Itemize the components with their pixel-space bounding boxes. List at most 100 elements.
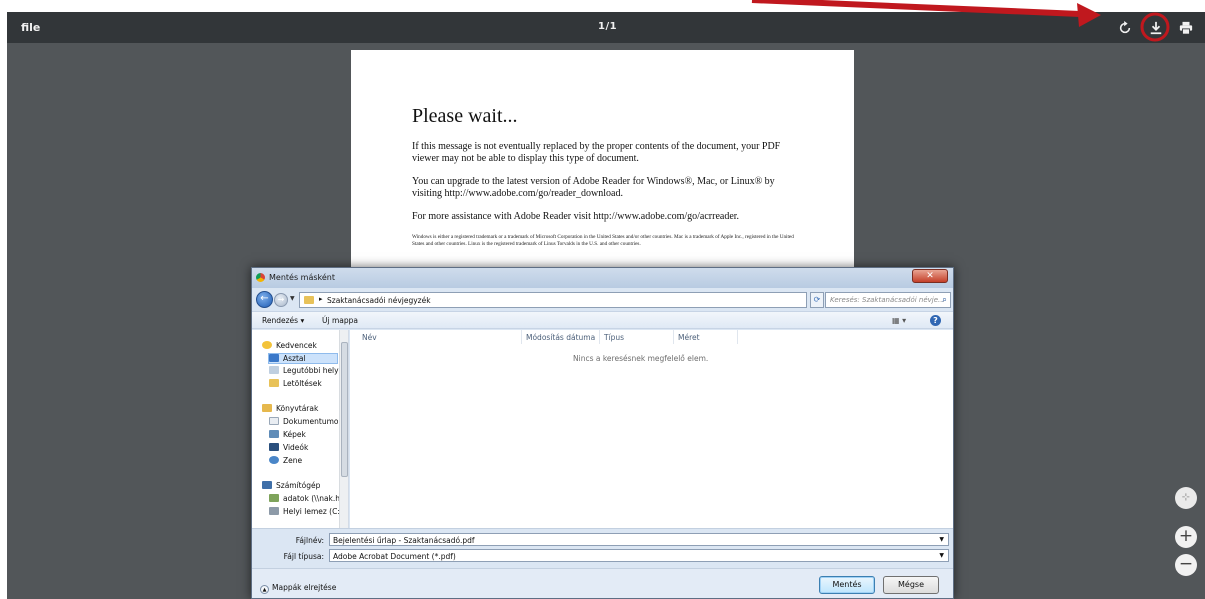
folder-icon — [304, 296, 314, 304]
filetype-select[interactable]: Adobe Acrobat Document (*.pdf) ▼ — [329, 549, 949, 562]
file-fields: Fájlnév: Bejelentési űrlap - Szaktanácsa… — [252, 528, 953, 568]
zoom-in-button[interactable]: + — [1175, 526, 1197, 548]
filename-dropdown-icon[interactable]: ▼ — [939, 536, 944, 543]
filename-label: Fájlnév: — [295, 536, 324, 545]
collapse-icon: ▲ — [260, 585, 269, 594]
save-button[interactable]: Mentés — [819, 576, 875, 594]
recent-locations-dropdown[interactable]: ▼ — [290, 295, 295, 302]
column-name[interactable]: Név — [362, 333, 377, 342]
column-separator[interactable] — [521, 330, 522, 344]
nav-local-disk[interactable]: Helyi lemez (C:) — [269, 507, 343, 518]
column-size[interactable]: Méret — [678, 333, 700, 342]
rotate-button[interactable] — [1116, 19, 1134, 37]
page-paragraph-2: You can upgrade to the latest version of… — [412, 176, 775, 199]
page-indicator: 1/1 — [598, 21, 618, 32]
downloads-icon — [269, 379, 279, 387]
new-folder-button[interactable]: Új mappa — [322, 316, 358, 325]
search-placeholder: Keresés: Szaktanácsadói névje... — [830, 296, 945, 304]
help-icon[interactable]: ? — [930, 315, 941, 326]
breadcrumb-separator-icon[interactable]: ▸ — [319, 295, 323, 303]
view-options-icon[interactable]: ▦ ▾ — [892, 316, 906, 325]
nav-favorites-label: Kedvencek — [276, 341, 317, 350]
desktop-icon — [269, 354, 279, 362]
music-icon — [269, 456, 279, 464]
print-button[interactable] — [1177, 19, 1195, 37]
hide-folders-button[interactable]: ▲ Mappák elrejtése — [260, 583, 336, 594]
nav-videos-label: Videók — [283, 443, 309, 452]
dialog-footer: ▲ Mappák elrejtése Mentés Mégse — [252, 568, 953, 598]
zoom-out-button[interactable]: − — [1175, 554, 1197, 576]
viewer-toolbar: file 1/1 — [7, 12, 1205, 43]
forward-arrow-icon: → — [277, 295, 285, 304]
dialog-title: Mentés másként — [269, 273, 336, 282]
empty-results-message: Nincs a keresésnek megfelelő elem. — [573, 354, 709, 363]
address-bar[interactable]: ▸ Szaktanácsadói névjegyzék ▼ — [299, 292, 845, 308]
save-as-dialog: Mentés másként ✕ ← → ▼ ▸ Szaktanácsadói … — [251, 267, 954, 599]
page-fine-print: Windows is either a registered trademark… — [412, 234, 794, 247]
nav-network-drive[interactable]: adatok (\\nak.h — [269, 494, 340, 505]
nav-computer-label: Számítógép — [276, 481, 321, 490]
close-icon: ✕ — [926, 271, 934, 281]
star-icon — [262, 341, 272, 349]
cancel-button[interactable]: Mégse — [883, 576, 939, 594]
fit-page-button[interactable]: ⊹ — [1175, 487, 1197, 509]
nav-local-disk-label: Helyi lemez (C:) — [283, 507, 343, 516]
nav-downloads-label: Letöltések — [283, 379, 322, 388]
column-separator[interactable] — [737, 330, 738, 344]
filetype-dropdown-icon[interactable]: ▼ — [939, 552, 944, 559]
search-input[interactable]: Keresés: Szaktanácsadói névje... ⌕ — [825, 292, 951, 308]
column-separator[interactable] — [673, 330, 674, 344]
close-button[interactable]: ✕ — [912, 269, 948, 283]
dialog-titlebar: Mentés másként ✕ — [252, 268, 953, 288]
address-row: ← → ▼ ▸ Szaktanácsadói névjegyzék ▼ ⟳ Ke… — [252, 289, 953, 311]
nav-libraries-label: Könyvtárak — [276, 404, 319, 413]
filetype-value: Adobe Acrobat Document (*.pdf) — [333, 552, 456, 561]
nav-documents[interactable]: Dokumentumol — [269, 417, 341, 428]
pictures-icon — [269, 430, 279, 438]
nav-documents-label: Dokumentumol — [283, 417, 341, 426]
nav-network-label: adatok (\\nak.h — [283, 494, 341, 503]
local-disk-icon — [269, 507, 279, 515]
nav-libraries[interactable]: Könyvtárak — [262, 404, 318, 415]
command-bar: Rendezés ▾ Új mappa ▦ ▾ ? — [252, 311, 953, 329]
download-icon — [1150, 21, 1162, 35]
organize-button[interactable]: Rendezés ▾ — [262, 316, 304, 325]
nav-scrollbar-thumb[interactable] — [341, 342, 348, 477]
document-title: file — [21, 21, 41, 34]
nav-desktop[interactable]: Asztal — [268, 353, 338, 364]
filetype-label: Fájl típusa: — [283, 552, 324, 561]
filename-input[interactable]: Bejelentési űrlap - Szaktanácsadó.pdf ▼ — [329, 533, 949, 546]
nav-music[interactable]: Zene — [269, 456, 302, 467]
libraries-icon — [262, 404, 272, 412]
back-button[interactable]: ← — [256, 291, 273, 308]
network-drive-icon — [269, 494, 279, 502]
forward-button[interactable]: → — [274, 293, 288, 307]
hide-folders-label: Mappák elrejtése — [272, 583, 337, 592]
column-date-modified[interactable]: Módosítás dátuma — [526, 333, 595, 342]
search-icon[interactable]: ⌕ — [942, 295, 947, 305]
nav-pictures-label: Képek — [283, 430, 306, 439]
nav-scrollbar[interactable] — [339, 330, 348, 528]
nav-computer[interactable]: Számítógép — [262, 481, 320, 492]
nav-favorites[interactable]: Kedvencek — [262, 341, 317, 352]
column-separator[interactable] — [599, 330, 600, 344]
refresh-button[interactable]: ⟳ — [810, 292, 824, 308]
navigation-pane: Kedvencek Asztal Legutóbbi helye Letölté… — [252, 330, 349, 528]
fit-page-icon: ⊹ — [1181, 492, 1191, 503]
nav-desktop-label: Asztal — [283, 354, 306, 363]
computer-icon — [262, 481, 272, 489]
nav-downloads[interactable]: Letöltések — [269, 379, 322, 390]
back-arrow-icon: ← — [260, 293, 269, 304]
rotate-icon — [1119, 21, 1131, 34]
column-type[interactable]: Típus — [604, 333, 624, 342]
page-content: Please wait... If this message is not ev… — [412, 105, 802, 247]
breadcrumb-current[interactable]: Szaktanácsadói névjegyzék — [327, 296, 431, 305]
page-paragraph-1: If this message is not eventually replac… — [412, 141, 781, 164]
nav-videos[interactable]: Videók — [269, 443, 308, 454]
nav-recent-places[interactable]: Legutóbbi helye — [269, 366, 343, 377]
nav-pictures[interactable]: Képek — [269, 430, 306, 441]
download-button[interactable] — [1147, 19, 1165, 37]
print-icon — [1179, 21, 1193, 35]
file-list-pane[interactable]: Név Módosítás dátuma Típus Méret Nincs a… — [350, 330, 953, 528]
page-heading: Please wait... — [412, 105, 518, 127]
